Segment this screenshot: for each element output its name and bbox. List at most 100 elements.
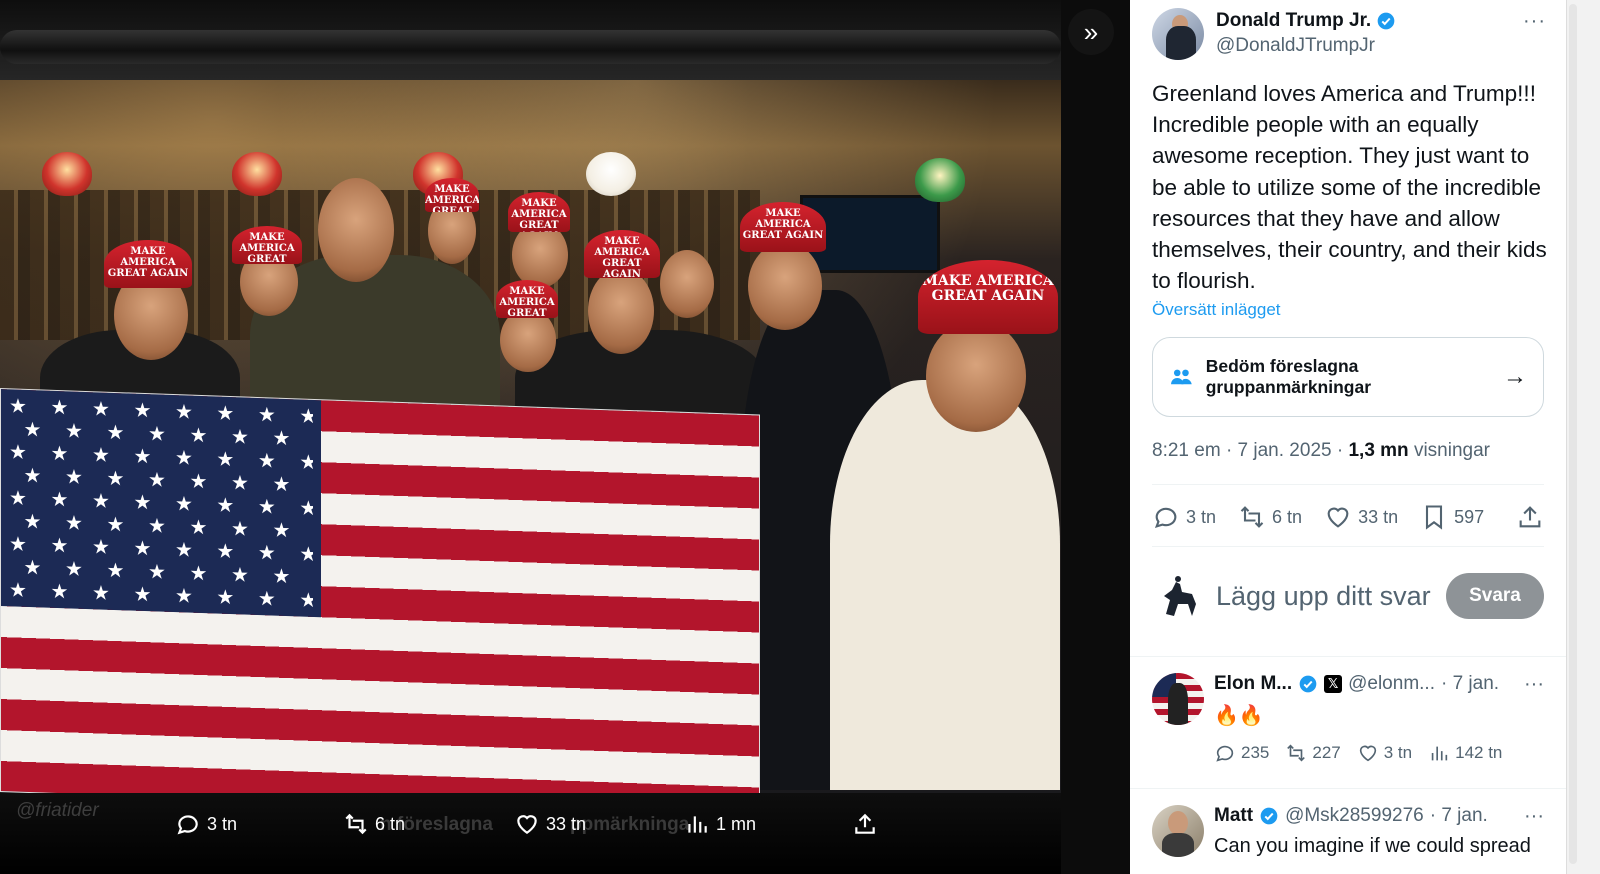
reply-repost-button[interactable]: 227 [1285, 742, 1341, 764]
meta-separator: · [1336, 440, 1344, 461]
post-action-bar: 3 tn 6 tn 33 tn 597 [1152, 500, 1544, 534]
divider [1152, 484, 1544, 485]
bookmark-count: 597 [1454, 506, 1485, 527]
author-handle[interactable]: @DonaldJTrumpJr [1216, 35, 1396, 57]
repost-count: 6 tn [1272, 506, 1303, 527]
reply-composer: Lägg upp ditt svar Svara [1152, 566, 1544, 626]
reply-more-icon[interactable]: ··· [1524, 805, 1544, 828]
reply-action-bar: 235 227 3 tn 142 tn [1214, 742, 1554, 764]
reply-date[interactable]: · 7 jan. [1441, 673, 1499, 695]
views-icon [688, 816, 707, 833]
person-face [660, 250, 714, 318]
post-time[interactable]: 8:21 em [1152, 440, 1221, 461]
media-reply-button[interactable]: 3 tn [175, 808, 237, 840]
reply-views-count: 142 tn [1455, 743, 1503, 762]
community-notes-card[interactable]: Bedöm föreslagna gruppanmärkningar → [1152, 337, 1544, 417]
meta-separator: · [1225, 440, 1233, 461]
post-panel: Donald Trump Jr. @DonaldJTrumpJr ··· Gre… [1130, 0, 1566, 874]
views-label: visningar [1413, 440, 1490, 461]
collapse-panel-button[interactable]: » [1068, 9, 1114, 55]
community-notes-label: Bedöm föreslagna gruppanmärkningar [1205, 356, 1372, 397]
maga-cap: MAKE AMERICA GREAT AGAIN [104, 240, 192, 288]
photo-lamp [42, 152, 92, 196]
reply-reply-count: 235 [1241, 743, 1270, 762]
avatar-figure [1168, 683, 1188, 725]
media-views-count: 1 mn [716, 813, 757, 834]
bookmark-button[interactable]: 597 [1420, 503, 1484, 531]
media-like-button[interactable]: 33 tn [514, 808, 586, 840]
repost-button[interactable]: 6 tn [1238, 503, 1302, 531]
reply-like-count: 3 tn [1383, 743, 1413, 762]
reply-header: Elon M... 𝕏 @elonm... · 7 jan. [1214, 673, 1554, 695]
american-flag: ★ ★ ★ ★ ★ ★ ★ ★ ★ ★ ★ ★ ★ ★ ★ ★ ★ ★ ★ ★ … [0, 388, 760, 810]
reply-text: 🔥🔥 [1214, 705, 1264, 727]
divider [1130, 788, 1566, 789]
repost-icon [1240, 506, 1264, 528]
reply-body: Elon M... 𝕏 @elonm... · 7 jan. 🔥🔥 235 22… [1214, 673, 1554, 764]
people-icon [1171, 369, 1192, 385]
maga-cap: MAKE AMERICA GREAT AGAIN [508, 192, 570, 232]
reply-repost-count: 227 [1312, 743, 1341, 762]
maga-cap: MAKE AMERICA GREAT AGAIN [918, 260, 1058, 334]
reply-author-name[interactable]: Elon M... [1214, 673, 1292, 695]
double-chevron-icon: » [1083, 16, 1099, 47]
translate-post-link[interactable]: Översätt inlägget [1152, 300, 1281, 320]
repost-icon [345, 813, 367, 835]
post-author[interactable]: Donald Trump Jr. @DonaldJTrumpJr [1152, 8, 1396, 60]
reply-date[interactable]: · 7 jan. [1430, 805, 1488, 827]
media-like-count: 33 tn [546, 813, 587, 834]
like-count: 33 tn [1358, 506, 1399, 527]
media-views-button[interactable]: 1 mn [684, 808, 756, 840]
reply-reply-button[interactable]: 235 [1214, 742, 1269, 764]
avatar-head [1168, 811, 1188, 835]
reply-button[interactable]: 3 tn [1152, 503, 1216, 531]
reply-more-icon[interactable]: ··· [1524, 673, 1544, 696]
person-face [588, 268, 654, 354]
photo-lamp [586, 152, 636, 196]
avatar-suit [1166, 26, 1196, 60]
divider [1130, 656, 1566, 657]
reply-like-button[interactable]: 3 tn [1357, 742, 1412, 764]
more-options-icon[interactable]: ··· [1523, 10, 1546, 33]
reply-submit-button[interactable]: Svara [1446, 573, 1544, 619]
maga-cap: MAKE AMERICA GREAT AGAIN [584, 230, 660, 278]
verified-badge-icon [1377, 12, 1395, 30]
repost-icon [1287, 744, 1306, 762]
media-viewer: MAKE AMERICA GREAT AGAIN MAKE AMERICA GR… [0, 0, 1130, 874]
reply-author-handle[interactable]: @Msk28599276 [1285, 805, 1424, 827]
verified-badge-icon [1260, 807, 1278, 825]
reply-author-name[interactable]: Matt [1214, 805, 1253, 827]
post-photo[interactable]: MAKE AMERICA GREAT AGAIN MAKE AMERICA GR… [0, 0, 1061, 810]
bookmark-icon [1426, 505, 1443, 530]
reply-input[interactable]: Lägg upp ditt svar [1216, 581, 1431, 612]
scrollbar-thumb[interactable] [1569, 4, 1577, 864]
horse-rider-avatar-icon[interactable] [1152, 570, 1204, 622]
reply-author-handle[interactable]: @elonm... [1348, 673, 1435, 695]
arrow-right-icon: → [1503, 363, 1527, 390]
post-text: Greenland loves America and Trump!!! Inc… [1152, 81, 1547, 294]
reply-avatar[interactable] [1152, 673, 1204, 725]
reply-views-button[interactable]: 142 tn [1428, 742, 1502, 764]
reply-item[interactable]: Matt @Msk28599276 · 7 jan. Can you imagi… [1152, 805, 1544, 874]
like-icon [1327, 507, 1349, 528]
like-icon [1359, 745, 1376, 762]
post-meta: 8:21 em · 7 jan. 2025 · 1,3 mn visningar [1152, 440, 1490, 462]
author-display-name[interactable]: Donald Trump Jr. [1216, 10, 1371, 32]
reply-item[interactable]: Elon M... 𝕏 @elonm... · 7 jan. 🔥🔥 235 22… [1152, 673, 1544, 783]
media-repost-button[interactable]: 6 tn [343, 808, 405, 840]
reply-avatar[interactable] [1152, 805, 1204, 857]
reply-icon [1216, 745, 1234, 762]
like-button[interactable]: 33 tn [1324, 503, 1398, 531]
reply-header: Matt @Msk28599276 · 7 jan. [1214, 805, 1554, 827]
share-icon [1519, 506, 1541, 528]
media-reply-count: 3 tn [207, 813, 238, 834]
verified-badge-icon [1299, 675, 1317, 693]
share-button[interactable] [1516, 503, 1544, 531]
media-share-button[interactable] [852, 808, 878, 840]
reply-count: 3 tn [1186, 506, 1217, 527]
post-date[interactable]: 7 jan. 2025 [1238, 440, 1332, 461]
views-count: 1,3 mn [1348, 440, 1409, 461]
reply-body: Matt @Msk28599276 · 7 jan. Can you imagi… [1214, 805, 1554, 858]
person-face [926, 320, 1026, 432]
author-avatar[interactable] [1152, 8, 1204, 60]
